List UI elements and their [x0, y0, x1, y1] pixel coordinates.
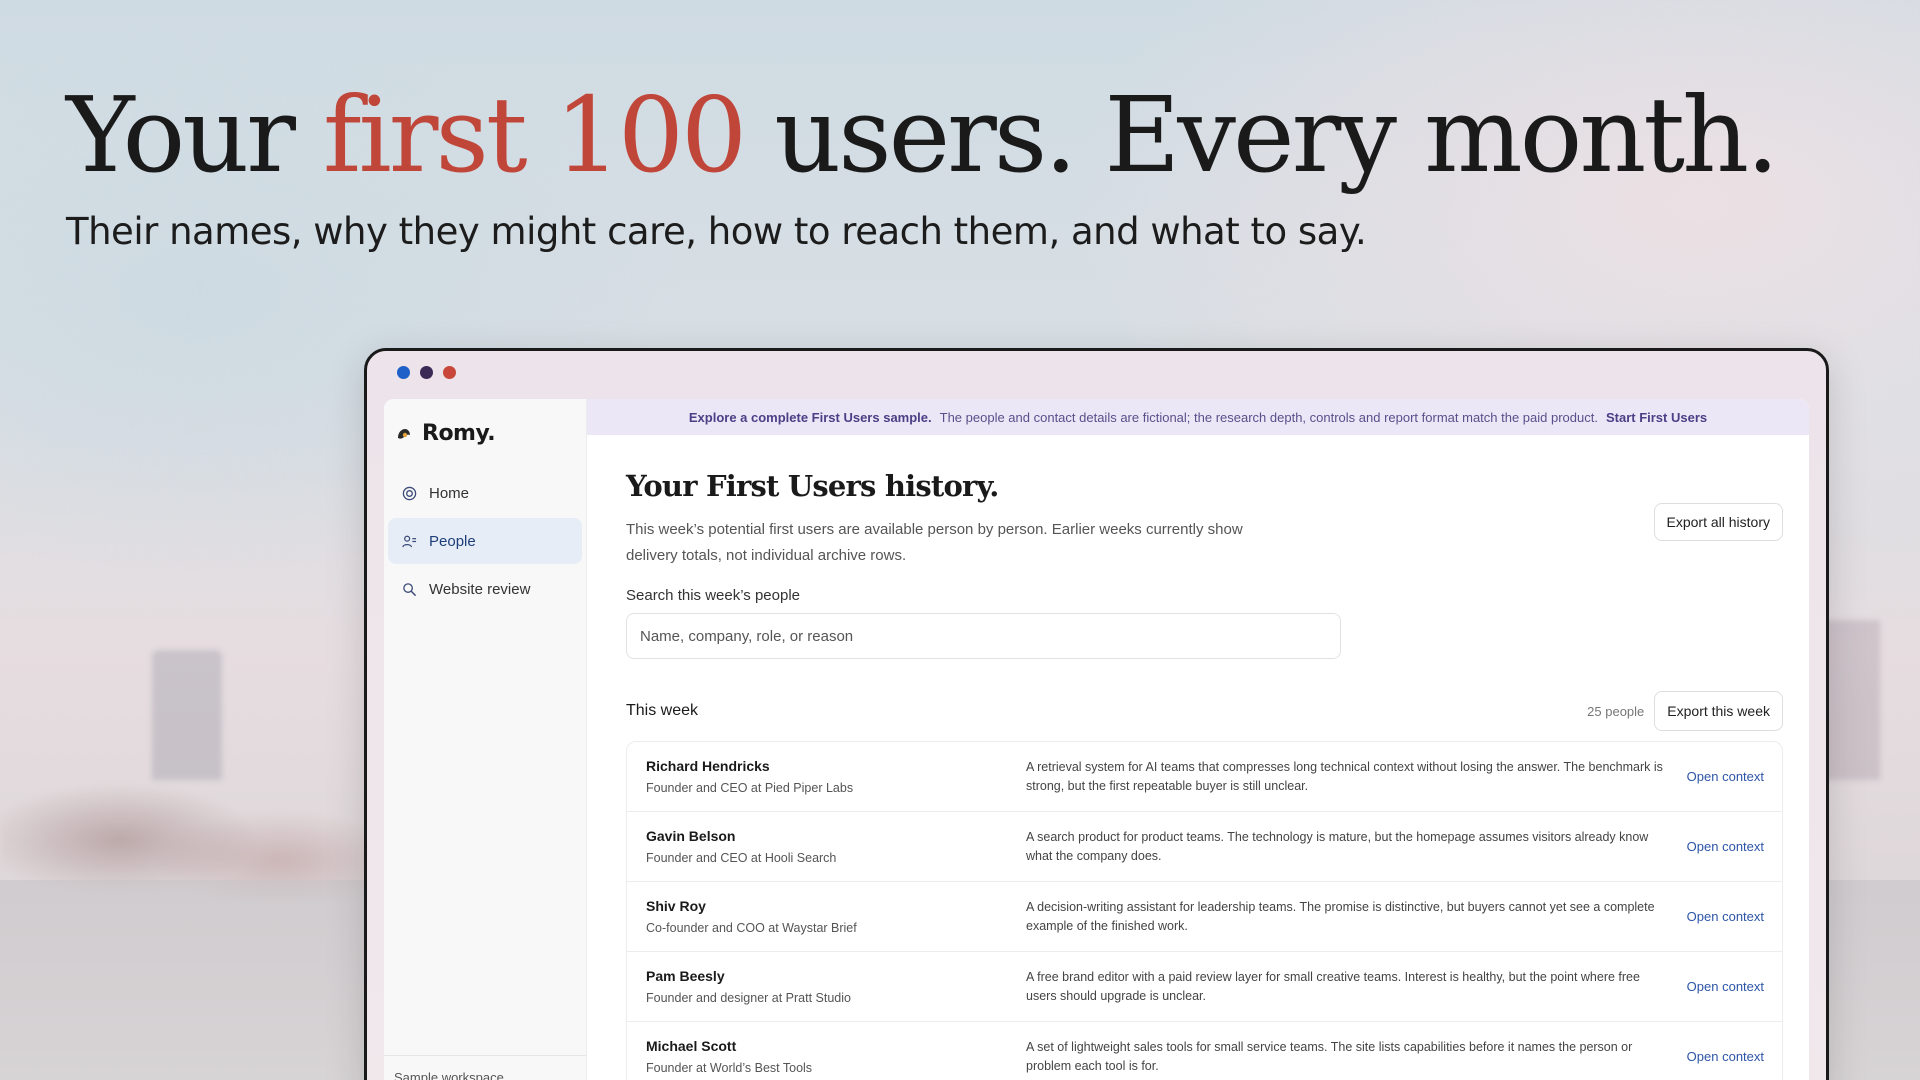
- main-content: Explore a complete First Users sample. T…: [587, 399, 1809, 1080]
- brand-name: Romy.: [422, 421, 496, 446]
- person-name: Gavin Belson: [646, 828, 736, 844]
- sidebar: Romy. Home People Website review Sample …: [384, 399, 587, 1080]
- window-dot-red[interactable]: [443, 366, 456, 379]
- table-row: Pam Beesly Founder and designer at Pratt…: [627, 952, 1782, 1022]
- person-cell: Richard Hendricks Founder and CEO at Pie…: [646, 758, 1026, 795]
- window-dot-blue[interactable]: [397, 366, 410, 379]
- person-name: Richard Hendricks: [646, 758, 770, 774]
- people-table: Richard Hendricks Founder and CEO at Pie…: [626, 741, 1783, 1080]
- person-role: Founder and CEO at Pied Piper Labs: [646, 781, 854, 795]
- person-name: Pam Beesly: [646, 968, 725, 984]
- background-trees: [0, 720, 400, 900]
- person-cell: Shiv Roy Co-founder and COO at Waystar B…: [646, 898, 1026, 935]
- table-row: Gavin Belson Founder and CEO at Hooli Se…: [627, 812, 1782, 882]
- person-reason: A search product for product teams. The …: [1026, 829, 1649, 863]
- open-context-link[interactable]: Open context: [1687, 839, 1764, 854]
- open-context-link[interactable]: Open context: [1687, 769, 1764, 784]
- person-role: Founder and designer at Pratt Studio: [646, 991, 851, 1005]
- people-icon: [402, 535, 417, 547]
- app-frame: Romy. Home People Website review Sample …: [384, 399, 1809, 1080]
- start-first-users-link[interactable]: Start First Users: [1606, 410, 1707, 425]
- banner-text: The people and contact details are ficti…: [939, 409, 1598, 425]
- search-label: Search this week’s people: [626, 587, 800, 604]
- table-row: Shiv Roy Co-founder and COO at Waystar B…: [627, 882, 1782, 952]
- page-description: This week’s potential first users are av…: [626, 521, 1243, 564]
- sidebar-item-website-review[interactable]: Website review: [388, 566, 582, 612]
- app-window: Romy. Home People Website review Sample …: [364, 348, 1829, 1080]
- banner-lead: Explore a complete First Users sample.: [688, 409, 932, 425]
- export-this-week-button[interactable]: Export this week: [1654, 691, 1783, 731]
- person-reason: A free brand editor with a paid review l…: [1026, 969, 1640, 1003]
- background-tower: [1820, 620, 1880, 780]
- person-cell: Pam Beesly Founder and designer at Pratt…: [646, 968, 1026, 1005]
- sidebar-item-label: People: [429, 532, 476, 550]
- person-name: Michael Scott: [646, 1038, 737, 1054]
- search-icon: [403, 582, 417, 596]
- person-cell: Gavin Belson Founder and CEO at Hooli Se…: [646, 828, 1026, 865]
- table-row: Richard Hendricks Founder and CEO at Pie…: [627, 742, 1782, 812]
- person-role: Founder and CEO at Hooli Search: [646, 851, 837, 865]
- person-cell: Michael Scott Founder at World’s Best To…: [646, 1038, 1026, 1075]
- open-context-link[interactable]: Open context: [1687, 1049, 1764, 1064]
- hero-title: Your first 100 users. Every month.: [66, 78, 1779, 192]
- sidebar-nav: Home People Website review: [384, 470, 586, 612]
- open-context-link[interactable]: Open context: [1687, 979, 1764, 994]
- target-icon: [402, 486, 417, 500]
- sidebar-item-people[interactable]: People: [388, 518, 582, 564]
- romy-logo-icon: [398, 428, 410, 439]
- brand[interactable]: Romy.: [384, 399, 586, 446]
- export-all-history-button[interactable]: Export all history: [1653, 503, 1783, 541]
- week-title: This week: [626, 702, 699, 719]
- hero-title-end: users. Every month.: [744, 74, 1779, 196]
- sidebar-item-label: Website review: [429, 580, 531, 598]
- week-header: This week 25 people Export this week: [626, 691, 1783, 731]
- hero-title-start: Your: [66, 74, 323, 196]
- history-panel: Your First Users history. Export all his…: [587, 469, 1809, 1080]
- sidebar-item-label: Home: [429, 484, 470, 502]
- page-title: Your First Users history.: [626, 469, 999, 503]
- person-role: Founder at World’s Best Tools: [646, 1061, 813, 1075]
- person-role: Co-founder and COO at Waystar Brief: [646, 921, 857, 935]
- background-tower: [152, 650, 222, 780]
- window-dot-navy[interactable]: [420, 366, 433, 379]
- hero-subtitle: Their names, why they might care, how to…: [66, 210, 1367, 253]
- sidebar-item-home[interactable]: Home: [388, 470, 582, 516]
- hero-title-accent: first 100: [322, 74, 747, 196]
- sample-banner: Explore a complete First Users sample. T…: [587, 399, 1809, 435]
- window-controls: [397, 366, 456, 379]
- people-count: 25 people: [1587, 703, 1645, 719]
- person-name: Shiv Roy: [646, 898, 706, 914]
- table-row: Michael Scott Founder at World’s Best To…: [627, 1022, 1782, 1080]
- person-reason: A decision-writing assistant for leaders…: [1026, 899, 1655, 933]
- person-reason: A set of lightweight sales tools for sma…: [1026, 1039, 1633, 1073]
- person-reason: A retrieval system for AI teams that com…: [1026, 759, 1663, 793]
- workspace-switcher[interactable]: Sample workspace: [384, 1055, 586, 1080]
- open-context-link[interactable]: Open context: [1687, 909, 1764, 924]
- search-input[interactable]: [626, 613, 1341, 659]
